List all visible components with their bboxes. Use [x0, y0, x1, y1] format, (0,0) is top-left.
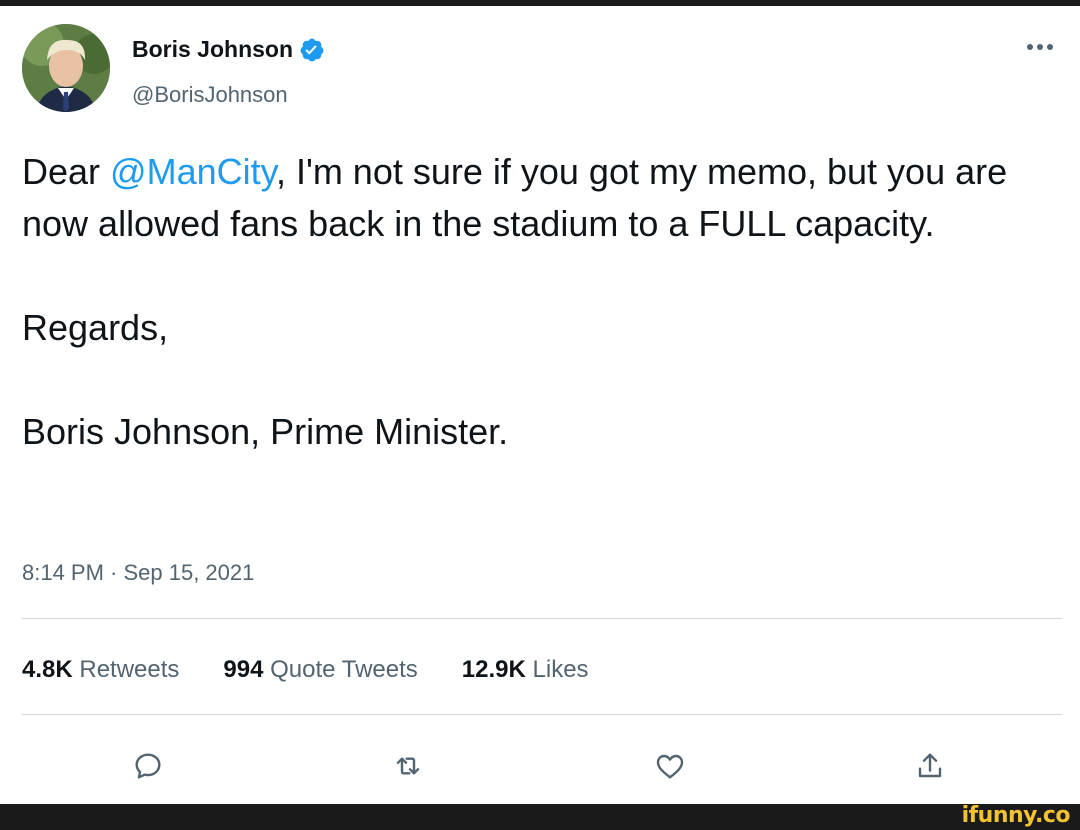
author-handle[interactable]: @BorisJohnson	[132, 82, 288, 108]
share-button[interactable]	[908, 744, 952, 788]
like-button[interactable]	[648, 744, 692, 788]
mention-link[interactable]: @ManCity	[110, 151, 276, 192]
verified-badge-icon	[299, 37, 325, 63]
author-display-name[interactable]: Boris Johnson	[132, 36, 293, 63]
retweets-stat[interactable]: 4.8K Retweets	[22, 656, 179, 684]
retweet-button[interactable]	[386, 744, 430, 788]
tweet-text-segment: Dear	[22, 151, 111, 192]
quote-tweets-stat[interactable]: 994 Quote Tweets	[223, 656, 417, 684]
more-options-button[interactable]	[1026, 32, 1054, 52]
tweet-card: Boris Johnson @BorisJohnson Dear @ManCit…	[0, 6, 1080, 804]
tweet-signature: Boris Johnson, Prime Minister.	[22, 411, 509, 452]
tweet-actions	[0, 744, 1080, 794]
tweet-paragraph: Dear @ManCity, I'm not sure if you got m…	[22, 146, 1062, 250]
avatar[interactable]	[22, 24, 110, 112]
likes-count: 12.9K	[461, 656, 526, 683]
ifunny-watermark: ifunny.co	[961, 803, 1071, 828]
tweet-stats: 4.8K Retweets 994 Quote Tweets 12.9K Lik…	[22, 656, 589, 684]
reply-button[interactable]	[126, 744, 170, 788]
retweets-label: Retweets	[79, 656, 180, 683]
screenshot-frame: Boris Johnson @BorisJohnson Dear @ManCit…	[0, 0, 1080, 830]
divider	[22, 618, 1062, 619]
quote-tweets-label: Quote Tweets	[270, 656, 418, 683]
tweet-regards: Regards,	[22, 307, 169, 348]
quote-tweets-count: 994	[223, 656, 264, 683]
more-horizontal-icon	[1027, 44, 1053, 50]
likes-stat[interactable]: 12.9K Likes	[462, 656, 589, 684]
author-name-row[interactable]: Boris Johnson	[132, 36, 325, 63]
retweet-icon	[396, 757, 420, 775]
retweets-count: 4.8K	[22, 656, 73, 683]
reply-icon	[135, 753, 161, 779]
tweet-text: Dear @ManCity, I'm not sure if you got m…	[22, 146, 1062, 458]
share-icon	[918, 753, 942, 778]
avatar-image	[22, 24, 110, 112]
likes-label: Likes	[532, 656, 589, 683]
divider	[22, 714, 1062, 715]
tweet-timestamp[interactable]: 8:14 PM · Sep 15, 2021	[22, 560, 254, 586]
like-icon	[656, 754, 684, 779]
